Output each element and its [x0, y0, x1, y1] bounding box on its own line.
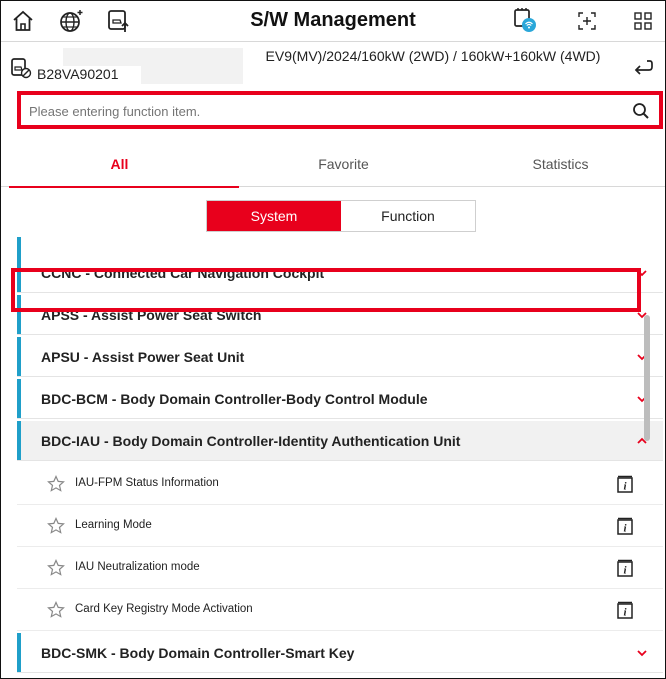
system-label: BDC-SMK - Body Domain Controller-Smart K…: [41, 645, 355, 661]
star-icon[interactable]: [47, 475, 65, 493]
system-row-apsu[interactable]: APSU - Assist Power Seat Unit: [17, 337, 663, 377]
info-icon[interactable]: i: [617, 475, 633, 493]
star-icon[interactable]: [47, 517, 65, 535]
system-bar: [17, 379, 21, 418]
vehicle-model: EV9(MV)/2024/160kW (2WD) / 160kW+160kW (…: [265, 48, 601, 64]
app-window: S/W Management B28VA90201 EV9(MV)/2024/1…: [0, 0, 666, 679]
system-label: APSU - Assist Power Seat Unit: [41, 349, 245, 365]
system-label: CCNC - Connected Car Navigation Cockpit: [41, 265, 325, 281]
home-icon[interactable]: [9, 7, 37, 35]
system-label: APSS - Assist Power Seat Switch: [41, 307, 262, 323]
globe-icon[interactable]: [57, 7, 85, 35]
tab-bar: All Favorite Statistics: [1, 141, 665, 188]
tab-all[interactable]: All: [9, 141, 239, 188]
scrollbar[interactable]: [644, 315, 650, 441]
info-icon[interactable]: i: [617, 517, 633, 535]
apps-grid-icon[interactable]: [629, 7, 657, 35]
scan-icon[interactable]: [573, 7, 601, 35]
tab-favorite[interactable]: Favorite: [233, 141, 454, 187]
vehicle-info-bar: B28VA90201 EV9(MV)/2024/160kW (2WD) / 16…: [1, 42, 665, 90]
star-icon[interactable]: [47, 601, 65, 619]
chevron-down-icon[interactable]: [635, 266, 649, 280]
redacted-area: [141, 66, 243, 84]
function-row-iau-neutralization[interactable]: IAU Neutralization mode i: [17, 547, 663, 589]
function-label: Card Key Registry Mode Activation: [75, 603, 253, 615]
function-label: Learning Mode: [75, 519, 152, 531]
function-row-iau-fpm[interactable]: IAU-FPM Status Information i: [17, 463, 663, 505]
system-row-apss[interactable]: APSS - Assist Power Seat Switch: [17, 295, 663, 335]
view-mode-toggle: System Function: [206, 200, 476, 232]
segment-function[interactable]: Function: [341, 201, 475, 231]
svg-text:i: i: [623, 523, 627, 535]
system-bar: [17, 421, 21, 460]
redacted-area: [63, 48, 243, 66]
system-label: BDC-BCM - Body Domain Controller-Body Co…: [41, 391, 428, 407]
search-input[interactable]: [29, 100, 619, 122]
svg-text:i: i: [623, 565, 627, 577]
function-row-card-key-registry[interactable]: Card Key Registry Mode Activation i: [17, 589, 663, 631]
svg-text:i: i: [623, 481, 627, 493]
system-bar: [17, 253, 21, 292]
system-bar: [17, 633, 21, 672]
function-label: IAU-FPM Status Information: [75, 477, 219, 489]
vehicle-id: B28VA90201: [37, 66, 119, 82]
system-bar: [17, 295, 21, 334]
segment-system[interactable]: System: [207, 201, 341, 231]
system-row-bdc-iau[interactable]: BDC-IAU - Body Domain Controller-Identit…: [17, 421, 663, 461]
page-title: S/W Management: [250, 9, 416, 31]
ccnc-device-icon[interactable]: [511, 7, 539, 35]
star-icon[interactable]: [47, 559, 65, 577]
function-label: IAU Neutralization mode: [75, 561, 200, 573]
search-box: [17, 91, 663, 129]
system-row-ccnc[interactable]: CCNC - Connected Car Navigation Cockpit: [17, 253, 663, 293]
vehicle-upload-icon[interactable]: [105, 7, 133, 35]
search-icon[interactable]: [629, 99, 653, 123]
system-label: BDC-IAU - Body Domain Controller-Identit…: [41, 433, 461, 449]
info-icon[interactable]: i: [617, 559, 633, 577]
return-icon[interactable]: [629, 54, 657, 82]
chevron-down-icon[interactable]: [635, 646, 649, 660]
system-bar: [17, 337, 21, 376]
tab-statistics[interactable]: Statistics: [450, 141, 665, 187]
top-bar: S/W Management: [1, 1, 665, 42]
system-row-bdc-smk[interactable]: BDC-SMK - Body Domain Controller-Smart K…: [17, 633, 663, 673]
svg-text:i: i: [623, 607, 627, 619]
system-row-bdc-bcm[interactable]: BDC-BCM - Body Domain Controller-Body Co…: [17, 379, 663, 419]
vehicle-connect-icon[interactable]: [7, 54, 35, 82]
info-icon[interactable]: i: [617, 601, 633, 619]
function-row-learning-mode[interactable]: Learning Mode i: [17, 505, 663, 547]
